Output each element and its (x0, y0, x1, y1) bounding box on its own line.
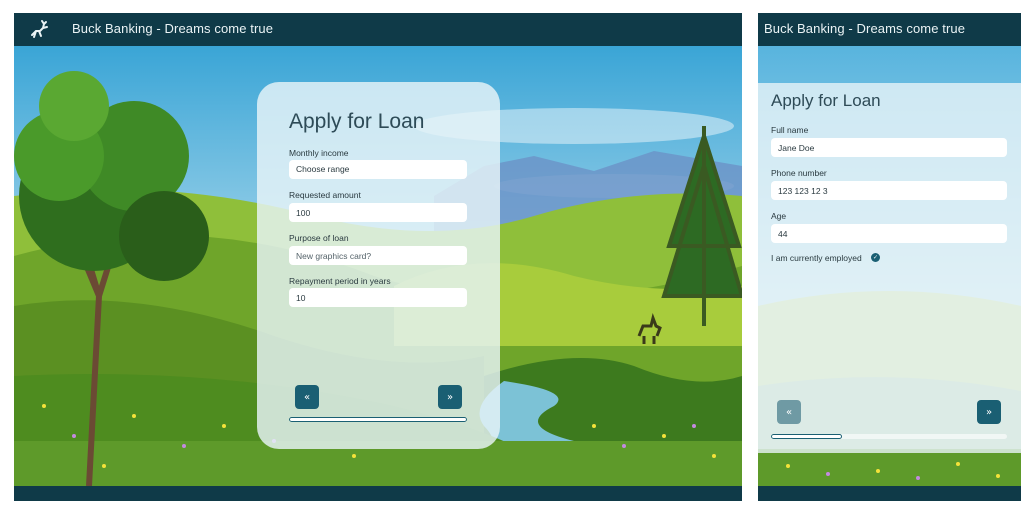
form-progress-fill (289, 417, 467, 422)
app-title: Buck Banking - Dreams come true (72, 21, 274, 36)
age-label: Age (771, 211, 787, 221)
form-progress-bar (771, 434, 1007, 439)
purpose-input[interactable] (289, 246, 467, 265)
form-heading: Apply for Loan (771, 91, 881, 110)
next-button[interactable]: » (977, 400, 1001, 424)
income-label: Monthly income (289, 148, 349, 158)
loan-window-mobile: Buck Banking - Dreams come true Apply fo… (758, 13, 1021, 501)
app-footer (758, 486, 1021, 501)
income-select[interactable]: Choose range (289, 160, 467, 179)
loan-form-card: Apply for Loan Full name Phone number Ag… (758, 83, 1021, 453)
full-name-label: Full name (771, 125, 809, 135)
app-header: Buck Banking - Dreams come true (14, 13, 742, 46)
purpose-label: Purpose of loan (289, 233, 349, 243)
employed-label: I am currently employed (771, 253, 862, 263)
app-title: Buck Banking - Dreams come true (764, 21, 966, 36)
amount-label: Requested amount (289, 190, 361, 200)
loan-window-desktop: Buck Banking - Dreams come true Apply fo… (14, 13, 742, 501)
full-name-input[interactable] (771, 138, 1007, 157)
employed-checkbox[interactable]: ✓ (871, 253, 880, 262)
form-progress-bar (289, 417, 467, 422)
deer-logo-icon (31, 20, 48, 38)
next-button[interactable]: » (438, 385, 462, 409)
period-input[interactable] (289, 288, 467, 307)
form-heading: Apply for Loan (289, 110, 425, 133)
period-label: Repayment period in years (289, 276, 391, 286)
previous-button[interactable]: « (295, 385, 319, 409)
app-header: Buck Banking - Dreams come true (758, 13, 1021, 46)
age-input[interactable] (771, 224, 1007, 243)
previous-button[interactable]: « (777, 400, 801, 424)
phone-input[interactable] (771, 181, 1007, 200)
app-footer (14, 486, 742, 501)
phone-label: Phone number (771, 168, 827, 178)
amount-input[interactable] (289, 203, 467, 222)
form-progress-fill (771, 434, 842, 439)
loan-form-card: Apply for Loan Monthly income Choose ran… (257, 82, 500, 449)
